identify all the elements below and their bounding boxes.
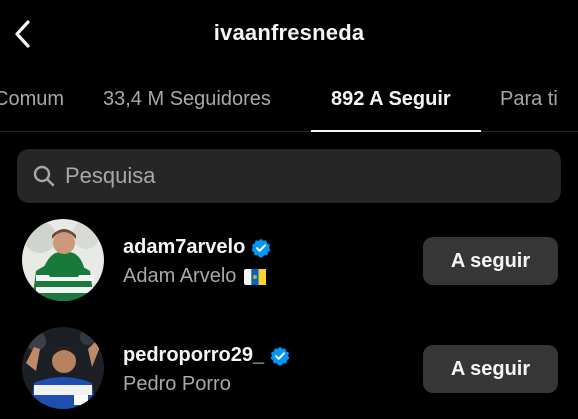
search-bar[interactable] — [17, 149, 561, 203]
avatar[interactable] — [22, 219, 104, 301]
search-input[interactable] — [65, 149, 545, 203]
username[interactable]: adam7arvelo — [123, 236, 271, 259]
full-name: Pedro Porro — [123, 373, 231, 396]
tab-bar: Comum 33,4 M Seguidores 892 A Seguir Par… — [0, 68, 578, 132]
tab-common[interactable]: Comum — [0, 88, 64, 111]
search-icon — [33, 165, 55, 187]
list-item[interactable]: pedroporro29_ Pedro Porro A seguir — [0, 320, 578, 419]
active-tab-indicator — [311, 130, 481, 132]
following-button[interactable]: A seguir — [423, 345, 558, 393]
verified-badge-icon — [270, 346, 290, 366]
canary-islands-flag-icon — [244, 268, 267, 285]
tab-followers[interactable]: 33,4 M Seguidores — [103, 88, 271, 111]
username-text: pedroporro29_ — [123, 344, 265, 366]
header: ivaanfresneda — [0, 0, 578, 68]
page-title: ivaanfresneda — [213, 20, 365, 45]
username-text: adam7arvelo — [123, 236, 246, 258]
avatar[interactable] — [22, 327, 104, 409]
tab-following[interactable]: 892 A Seguir — [331, 88, 451, 111]
username[interactable]: pedroporro29_ — [123, 344, 290, 367]
full-name: Adam Arvelo — [123, 265, 267, 288]
list-item[interactable]: adam7arvelo Adam Arvelo A seguir — [0, 212, 578, 312]
tab-for-you[interactable]: Para ti — [500, 88, 558, 111]
full-name-text: Adam Arvelo — [123, 265, 237, 287]
following-button[interactable]: A seguir — [423, 237, 558, 285]
verified-badge-icon — [251, 238, 271, 258]
full-name-text: Pedro Porro — [123, 373, 231, 395]
